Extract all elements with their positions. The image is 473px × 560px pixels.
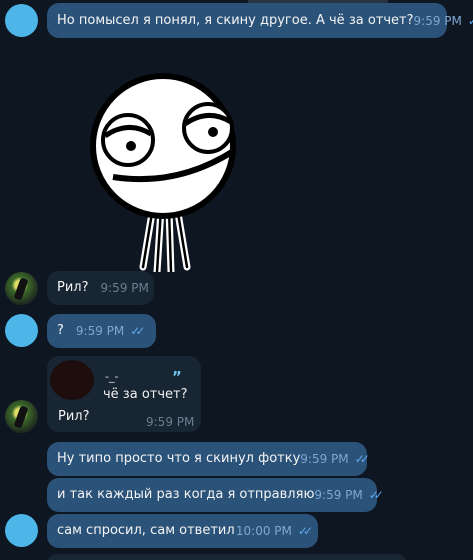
message-text: Ну типо просто что я скинул фотку xyxy=(57,451,301,466)
message-text: сам спросил, сам ответил xyxy=(57,523,235,538)
message-bubble[interactable]: Ну типо просто что я скинул фотку 9:59 P… xyxy=(47,442,370,476)
message-meta: 9:59 PM ✓✓ xyxy=(414,13,473,29)
double-check-icon: ✓✓ xyxy=(297,524,313,538)
message-text: и так каждый раз когда я отправляю xyxy=(57,487,315,502)
double-check-icon: ✓✓ xyxy=(467,13,473,28)
message-bubble[interactable]: ? 9:59 PM ✓✓ xyxy=(47,314,156,348)
message-bubble[interactable]: сам спросил, сам ответил 10:00 PM ✓✓ xyxy=(47,514,318,548)
message-time: 9:59 PM xyxy=(75,324,125,338)
message-meta: 10:00 PM ✓✓ xyxy=(235,523,313,539)
message-bubble[interactable]: Рил? 9:59 PM xyxy=(47,271,154,305)
message-bubble-partial[interactable] xyxy=(47,554,407,560)
redacted-avatar xyxy=(50,360,94,400)
message-text: Но помысел я понял, я скину другое. А чё… xyxy=(57,12,414,28)
message-text: ? xyxy=(57,323,64,338)
message-meta: 9:59 PM xyxy=(101,280,149,296)
message-bubble[interactable]: Но помысел я понял, я скину другое. А чё… xyxy=(47,3,473,38)
reply-quote-author: -_- xyxy=(105,370,119,383)
sticker-face[interactable] xyxy=(83,72,243,272)
reply-message-bubble[interactable]: -_- чё за отчет? ” Рил? 9:59 PM xyxy=(47,356,201,432)
message-text: Рил? xyxy=(58,409,90,424)
double-check-icon: ✓✓ xyxy=(368,488,384,502)
message-bubble[interactable]: и так каждый раз когда я отправляю 9:59 … xyxy=(47,478,384,512)
avatar[interactable] xyxy=(5,314,38,347)
message-time: 10:00 PM xyxy=(235,524,292,538)
avatar[interactable] xyxy=(5,514,38,547)
message-meta: 9:59 PM ✓✓ xyxy=(75,323,146,339)
double-check-icon: ✓✓ xyxy=(130,324,145,338)
message-time: 9:59 PM xyxy=(314,488,363,502)
reply-quote-text: чё за отчет? xyxy=(103,387,188,402)
avatar[interactable] xyxy=(5,4,38,37)
avatar[interactable] xyxy=(5,272,38,305)
double-check-icon: ✓✓ xyxy=(354,452,370,466)
avatar[interactable] xyxy=(5,400,38,433)
message-time: 9:59 PM xyxy=(100,281,149,295)
message-text: Рил? xyxy=(57,280,89,295)
message-time: 9:59 PM xyxy=(413,13,462,28)
quote-icon: ” xyxy=(172,368,182,386)
message-meta: 9:59 PM ✓✓ xyxy=(314,487,384,503)
message-meta: 9:59 PM ✓✓ xyxy=(300,451,370,467)
message-time: 9:59 PM xyxy=(300,452,349,466)
message-time: 9:59 PM xyxy=(146,415,195,429)
